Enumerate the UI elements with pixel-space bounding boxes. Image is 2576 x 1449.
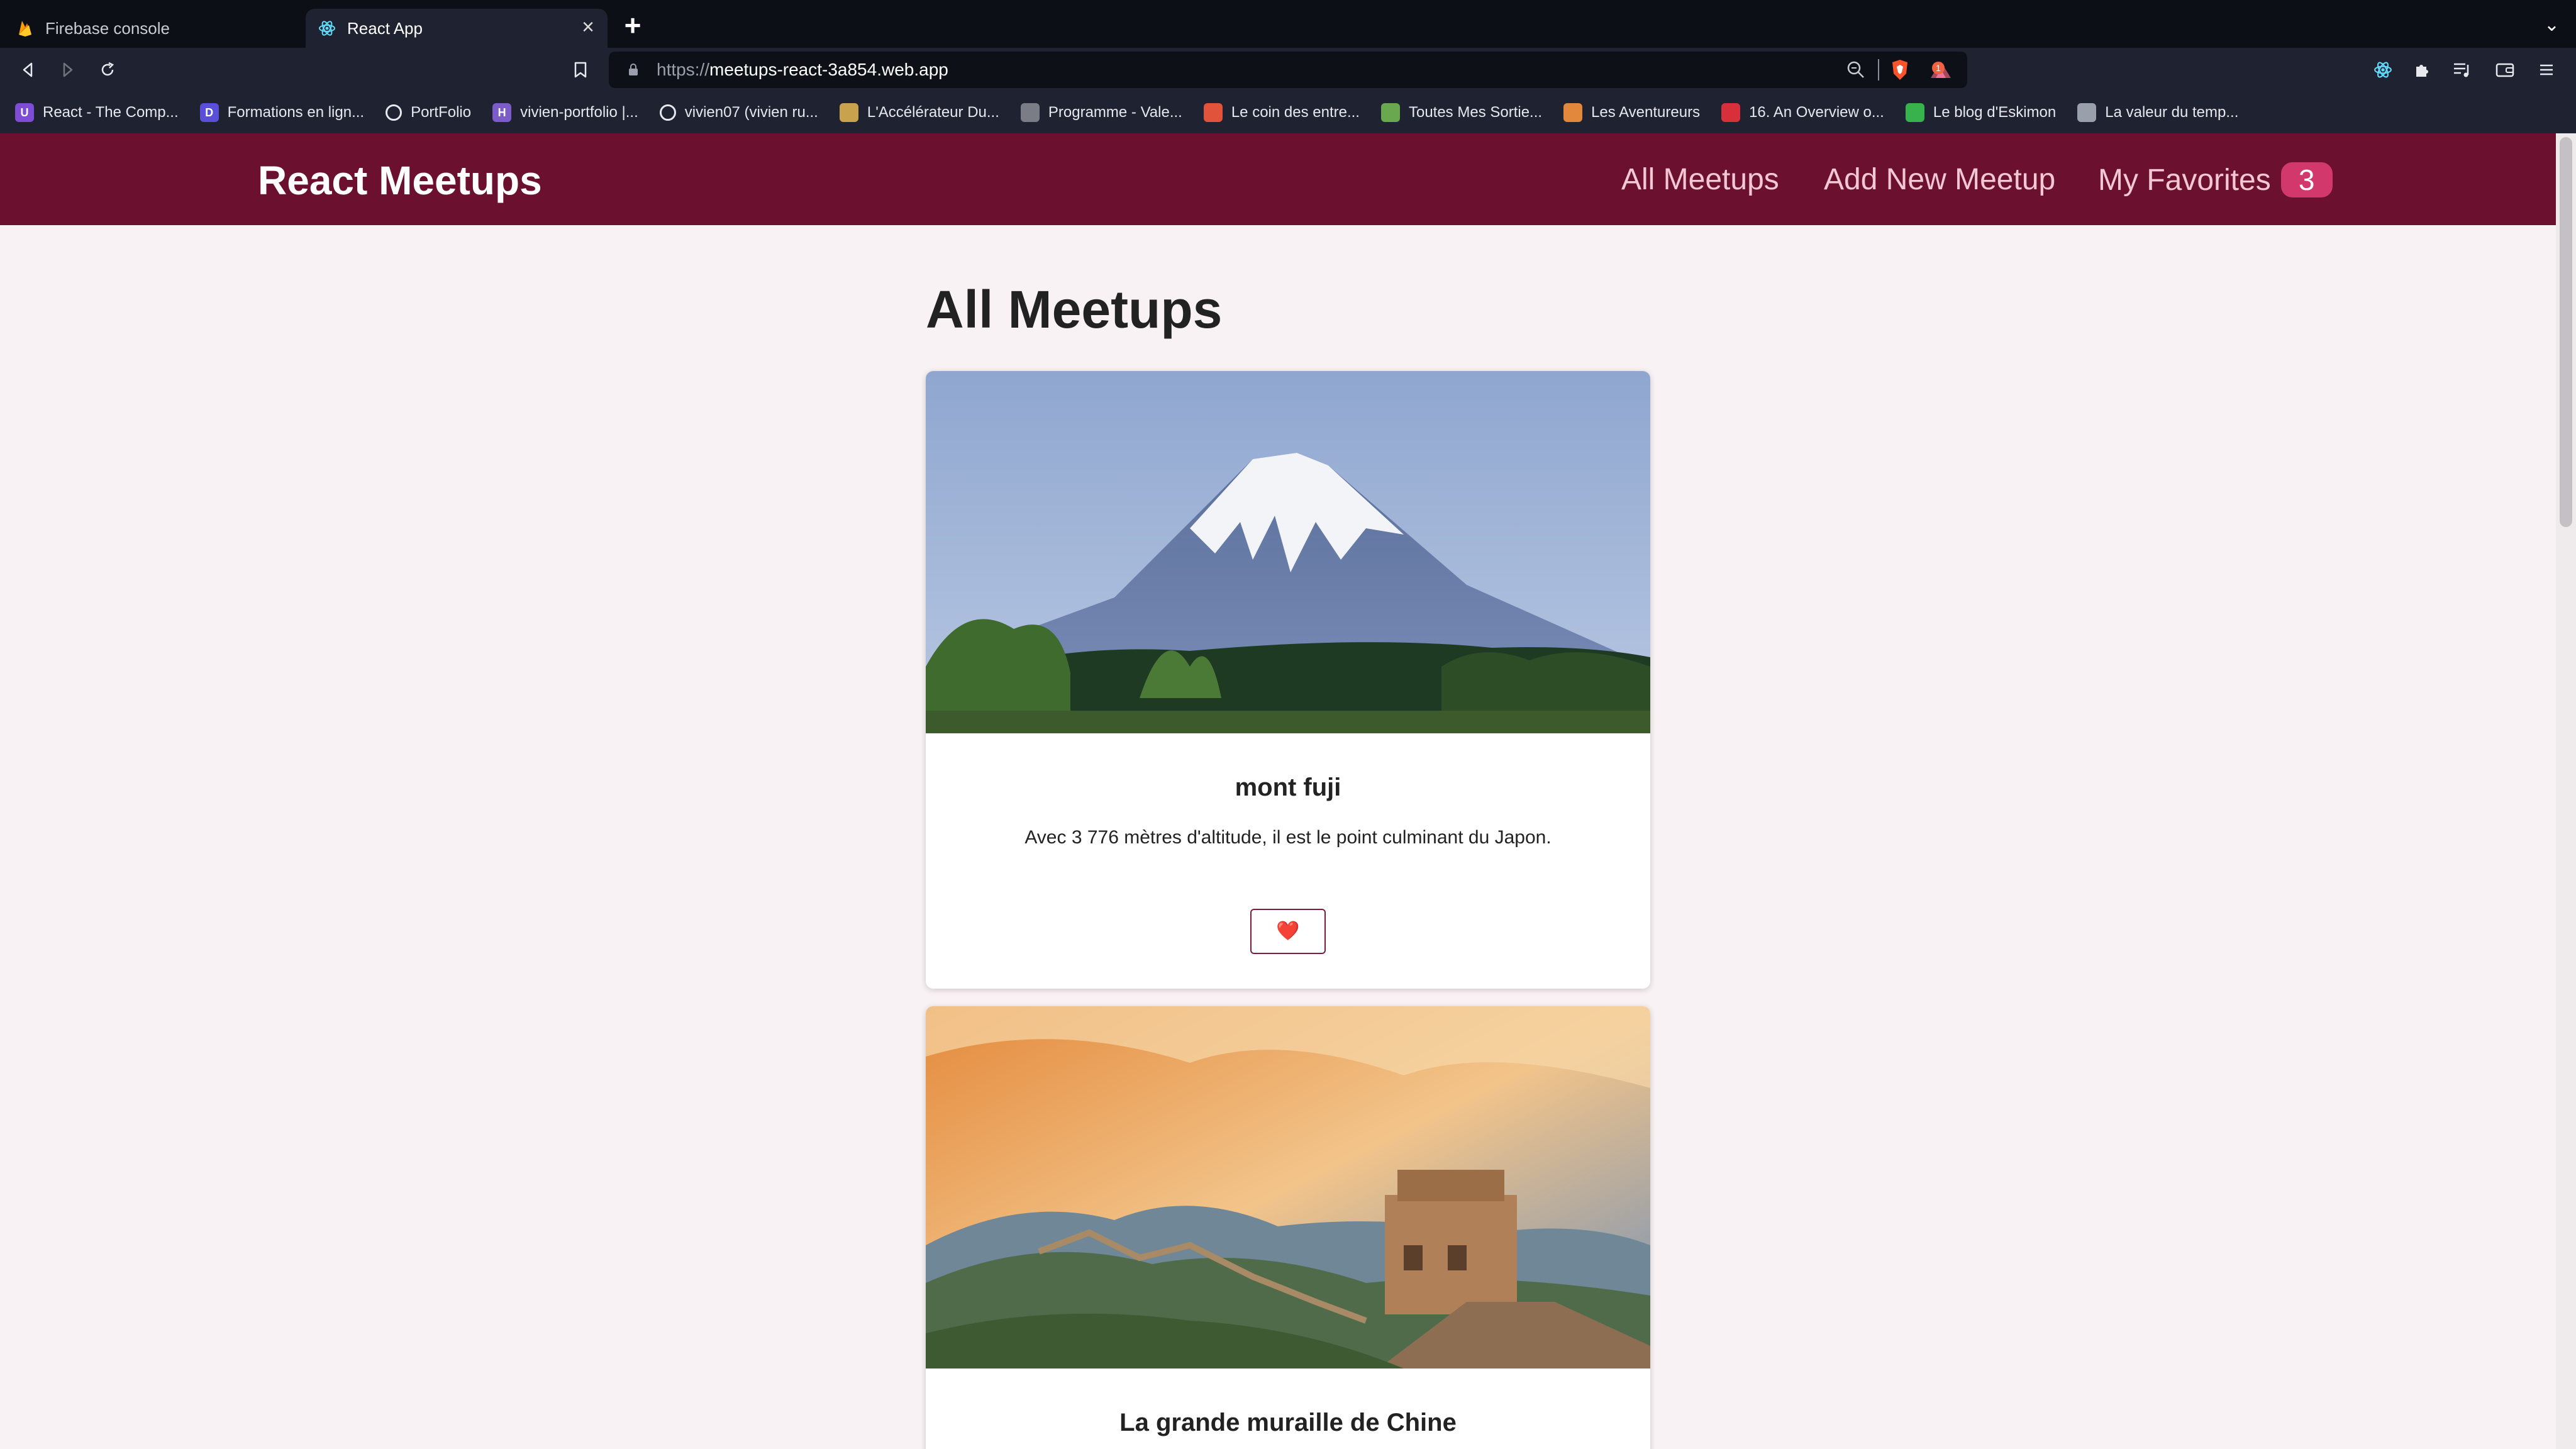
bookmark-favicon-icon (1020, 103, 1040, 122)
reload-button[interactable] (93, 55, 122, 84)
back-button[interactable] (14, 55, 43, 84)
bookmark-item[interactable]: Les Aventureurs (1563, 103, 1700, 122)
bookmark-label: vivien07 (vivien ru... (684, 104, 818, 121)
firebase-icon (16, 19, 34, 37)
new-tab-button[interactable]: + (619, 11, 647, 40)
nav-my-favorites-label: My Favorites (2098, 163, 2271, 197)
app-logo[interactable]: React Meetups (258, 157, 542, 204)
address-bar[interactable]: https://meetups-react-3a854.web.app 1 (609, 52, 1967, 88)
heart-icon: ❤️ (1276, 921, 1300, 941)
browser-tab-bar: Firebase console React App × + ⌄ (0, 0, 2576, 48)
meetup-title: La grande muraille de Chine (1119, 1409, 1457, 1436)
bookmark-label: vivien-portfolio |... (520, 104, 638, 121)
bookmark-favicon-icon: D (199, 103, 219, 122)
meetup-card: mont fuji Avec 3 776 mètres d'altitude, … (926, 371, 1650, 989)
meetup-title: mont fuji (1235, 774, 1341, 801)
divider (1878, 59, 1879, 80)
media-playlist-icon[interactable] (2448, 55, 2477, 84)
toggle-favorite-button[interactable]: ❤️ (1250, 909, 1326, 954)
bookmark-favicon-icon (1380, 103, 1400, 122)
bookmark-label: Toutes Mes Sortie... (1408, 104, 1543, 121)
bookmark-favicon-icon (1905, 103, 1924, 122)
nav-add-new-meetup[interactable]: Add New Meetup (1824, 162, 2055, 197)
meetup-description: Avec 3 776 mètres d'altitude, il est le … (1024, 827, 1552, 848)
bookmark-favicon-icon: H (492, 103, 512, 122)
chevron-down-icon[interactable]: ⌄ (2544, 14, 2560, 36)
bookmark-item[interactable]: U React - The Comp... (15, 103, 179, 122)
react-devtools-icon[interactable] (2368, 55, 2397, 84)
app-header: React Meetups All Meetups Add New Meetup… (0, 133, 2576, 225)
zoom-icon[interactable] (1845, 59, 1867, 80)
page-title: All Meetups (926, 280, 1223, 339)
bookmark-label: Programme - Vale... (1048, 104, 1182, 121)
nav-my-favorites[interactable]: My Favorites 3 (2098, 162, 2333, 197)
bookmark-item[interactable]: Toutes Mes Sortie... (1380, 103, 1543, 122)
meetup-image-great-wall (926, 1006, 1650, 1368)
bookmark-label: 16. An Overview o... (1749, 104, 1884, 121)
bookmark-item[interactable]: Le blog d'Eskimon (1905, 103, 2057, 122)
browser-toolbar: https://meetups-react-3a854.web.app 1 (0, 48, 2576, 92)
tab-title: Firebase console (45, 18, 170, 38)
menu-icon[interactable] (2532, 55, 2561, 84)
bookmark-item[interactable]: D Formations en lign... (199, 103, 365, 122)
bookmark-item[interactable]: Hvivien-portfolio |... (492, 103, 638, 122)
bookmark-favicon-icon (386, 104, 402, 121)
bookmark-favicon-icon (1721, 103, 1741, 122)
rewards-badge: 1 (1932, 62, 1945, 74)
nav-all-meetups[interactable]: All Meetups (1621, 162, 1779, 197)
bookmark-item[interactable]: Le coin des entre... (1203, 103, 1360, 122)
brave-rewards-icon[interactable]: 1 (1928, 58, 1953, 82)
bookmark-label: Les Aventureurs (1591, 104, 1701, 121)
bookmark-item[interactable]: 16. An Overview o... (1721, 103, 1884, 122)
wallet-icon[interactable] (2490, 55, 2519, 84)
bookmark-label: PortFolio (411, 104, 472, 121)
bookmark-item[interactable]: La valeur du temp... (2077, 103, 2238, 122)
scrollbar-thumb[interactable] (2560, 137, 2572, 527)
lock-icon (624, 63, 643, 77)
bookmark-favicon-icon (1203, 103, 1223, 122)
bookmark-label: Le coin des entre... (1231, 104, 1360, 121)
bookmark-label: React - The Comp... (43, 104, 179, 121)
bookmarks-bar: U React - The Comp... D Formations en lign.… (0, 92, 2576, 133)
url-text: https://meetups-react-3a854.web.app (657, 60, 948, 79)
bookmark-label: L'Accélérateur Du... (867, 104, 999, 121)
bookmark-favicon-icon (2077, 103, 2097, 122)
bookmark-favicon-icon: U (15, 103, 34, 122)
bookmark-favicon-icon (839, 103, 858, 122)
bookmark-item[interactable]: PortFolio (386, 104, 471, 121)
close-icon[interactable]: × (577, 16, 599, 39)
favorites-count-badge: 3 (2280, 162, 2333, 197)
meetup-card: La grande muraille de Chine (926, 1006, 1650, 1449)
react-icon (318, 19, 336, 37)
bookmark-label: Formations en lign... (227, 104, 365, 121)
bookmark-favicon-icon (1563, 103, 1583, 122)
tab-react-app[interactable]: React App × (306, 9, 608, 48)
tab-title: React App (347, 18, 423, 38)
bookmark-item[interactable]: L'Accélérateur Du... (839, 103, 999, 122)
tab-firebase-console[interactable]: Firebase console (0, 9, 304, 48)
forward-button[interactable] (53, 55, 82, 84)
bookmark-label: La valeur du temp... (2105, 104, 2239, 121)
meetup-image-mount-fuji (926, 371, 1650, 733)
bookmark-icon[interactable] (566, 55, 595, 84)
bookmark-item[interactable]: vivien07 (vivien ru... (659, 104, 818, 121)
brave-shields-icon[interactable] (1889, 58, 1911, 81)
bookmark-item[interactable]: Programme - Vale... (1020, 103, 1182, 122)
bookmark-label: Le blog d'Eskimon (1933, 104, 2057, 121)
extensions-icon[interactable] (2407, 55, 2436, 84)
bookmark-favicon-icon (659, 104, 676, 121)
